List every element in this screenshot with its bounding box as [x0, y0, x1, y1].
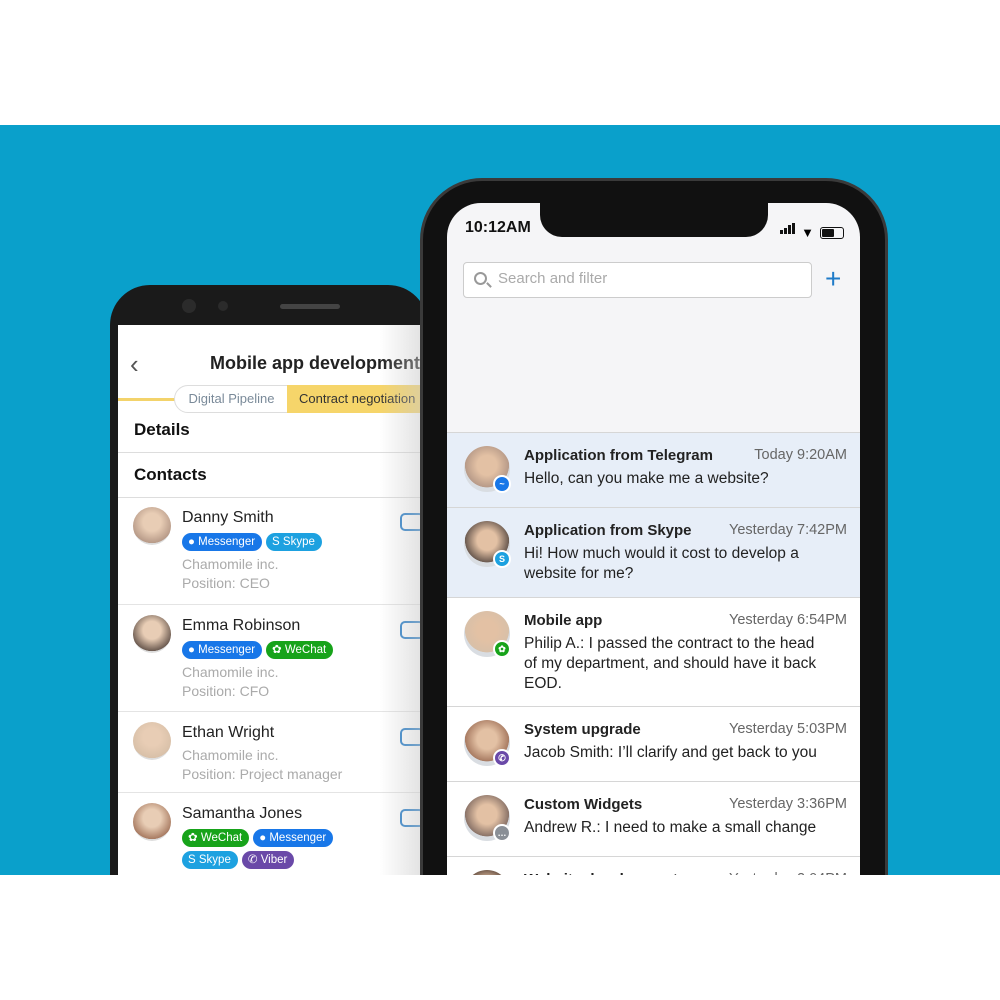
conversation-row[interactable]: ✿ Mobile app Yesterday 6:54PM Philip A.:…	[447, 597, 860, 706]
conversation-time: Yesterday 7:42PM	[729, 522, 847, 538]
channel-chip-wechat[interactable]: ✿ WeChat	[182, 829, 250, 847]
channel-chip-wechat[interactable]: ✿ WeChat	[266, 641, 334, 659]
contact-row[interactable]: Ethan Wright Chamomile inc. Position: Pro…	[118, 712, 420, 793]
contacts-heading: Contacts	[134, 465, 207, 484]
conversation-title: Application from Telegram	[524, 447, 713, 464]
wechat-icon: ✿	[493, 640, 511, 658]
deal-screen: ‹ Mobile app development Digital Pipelin…	[118, 325, 420, 875]
conversation-title: Mobile app	[524, 612, 603, 629]
avatar	[133, 615, 171, 653]
conversation-time: Yesterday 5:03PM	[729, 721, 847, 737]
search-field[interactable]	[463, 262, 812, 298]
avatar	[133, 507, 171, 545]
contact-name[interactable]: Ethan Wright	[182, 724, 274, 742]
contact-company: Chamomile inc.	[182, 664, 279, 680]
messenger-icon: ●	[259, 832, 267, 844]
conversation-title: Custom Widgets	[524, 796, 643, 813]
contact-row[interactable]: Emma Robinson ● Messenger ✿ WeChat Chamomi…	[118, 605, 420, 712]
conversation-title: System upgrade	[524, 721, 641, 738]
conversation-row[interactable]: S Application from Skype Yesterday 7:42P…	[447, 507, 860, 597]
viber-icon: ✆	[247, 854, 258, 866]
channel-chip-skype[interactable]: S Skype	[266, 533, 322, 551]
channel-chips: ● Messenger S Skype	[182, 533, 382, 551]
viber-icon: ✆	[493, 749, 511, 767]
conversation-preview: Hello, can you make me a website?	[524, 470, 769, 487]
wechat-icon: ✿	[272, 644, 282, 656]
channel-chip-viber[interactable]: ✆ Viber	[241, 851, 295, 869]
contact-row[interactable]: Samantha Jones ✿ WeChat ● Messenger S Skyp…	[118, 793, 420, 875]
avatar	[133, 803, 171, 841]
status-time: 10:12AM	[465, 219, 531, 236]
contact-company: Chamomile inc.	[182, 747, 279, 763]
conversation-preview: Andrew R.: I need to make a small change	[524, 819, 817, 836]
chat-icon: …	[493, 824, 511, 842]
edge-shade	[380, 325, 420, 875]
speaker	[280, 304, 340, 309]
skype-icon: S	[272, 536, 280, 548]
messenger-icon: ●	[188, 536, 195, 548]
contact-name[interactable]: Emma Robinson	[182, 617, 300, 635]
contact-position: Position: CEO	[182, 575, 270, 591]
conversation-preview: Jacob Smith: I’ll clarify and get back t…	[524, 744, 817, 761]
contact-position: Position: CFO	[182, 683, 270, 699]
conversation-title: Application from Skype	[524, 522, 692, 539]
wifi-icon: ▼	[801, 225, 814, 240]
camera-icon	[182, 299, 196, 313]
signal-icon	[779, 221, 796, 239]
conversation-time: Yesterday 2:04PM	[729, 871, 847, 875]
contact-position: Position: Project manager	[182, 766, 343, 782]
channel-chip-messenger[interactable]: ● Messenger	[182, 641, 263, 659]
channel-chips: ✿ WeChat ● Messenger S Skype ✆ Viber	[182, 829, 382, 869]
details-heading[interactable]: Details	[134, 420, 190, 440]
notch	[540, 203, 768, 237]
battery-icon	[820, 227, 844, 239]
conversation-row[interactable]: ✆ System upgrade Yesterday 5:03PM Jacob …	[447, 706, 860, 781]
skype-icon: S	[493, 550, 511, 568]
tab-digital-pipeline[interactable]: Digital Pipeline	[174, 385, 289, 413]
pipeline-line	[118, 398, 178, 401]
avatar	[464, 870, 510, 875]
contact-company: Chamomile inc.	[182, 556, 279, 572]
conversation-time: Yesterday 3:36PM	[729, 796, 847, 812]
conversation-preview: Hi! How much would it cost to develop a …	[524, 545, 799, 582]
plus-icon[interactable]: +	[825, 265, 841, 293]
contact-row[interactable]: Danny Smith ● Messenger S Skype Chamomile …	[118, 497, 420, 605]
channel-chips: ● Messenger ✿ WeChat	[182, 641, 382, 659]
channel-chip-messenger[interactable]: ● Messenger	[253, 829, 334, 847]
conversation-preview: Philip A.: I passed the contract to the …	[524, 635, 817, 692]
chevron-left-icon[interactable]: ‹	[130, 349, 139, 380]
avatar	[133, 722, 171, 760]
conversation-time: Yesterday 6:54PM	[729, 612, 847, 628]
channel-chip-skype[interactable]: S Skype	[182, 851, 238, 869]
conversation-row[interactable]: ~ Application from Telegram Today 9:20AM…	[447, 432, 860, 507]
conversation-row[interactable]: ✿ Website development Yesterday 2:04PM C…	[447, 856, 860, 875]
search-icon	[474, 272, 487, 285]
channel-chip-messenger[interactable]: ● Messenger	[182, 533, 263, 551]
wechat-icon: ✿	[188, 832, 198, 844]
search-input[interactable]	[498, 270, 798, 287]
skype-icon: S	[188, 854, 196, 866]
inbox-screen: 10:12AM ▼ + ~ Application from Telegram …	[447, 203, 860, 875]
conversation-time: Today 9:20AM	[754, 447, 847, 463]
android-phone: ‹ Mobile app development Digital Pipelin…	[110, 285, 428, 875]
conversation-title: Website development	[524, 871, 678, 875]
divider	[118, 452, 420, 453]
sensor-icon	[218, 301, 228, 311]
conversation-row[interactable]: … Custom Widgets Yesterday 3:36PM Andrew…	[447, 781, 860, 856]
background: ‹ Mobile app development Digital Pipelin…	[0, 125, 1000, 875]
contact-name[interactable]: Danny Smith	[182, 509, 274, 527]
messenger-icon: ~	[493, 475, 511, 493]
status-icons: ▼	[779, 221, 844, 239]
contact-name[interactable]: Samantha Jones	[182, 805, 302, 823]
messenger-icon: ●	[188, 644, 195, 656]
